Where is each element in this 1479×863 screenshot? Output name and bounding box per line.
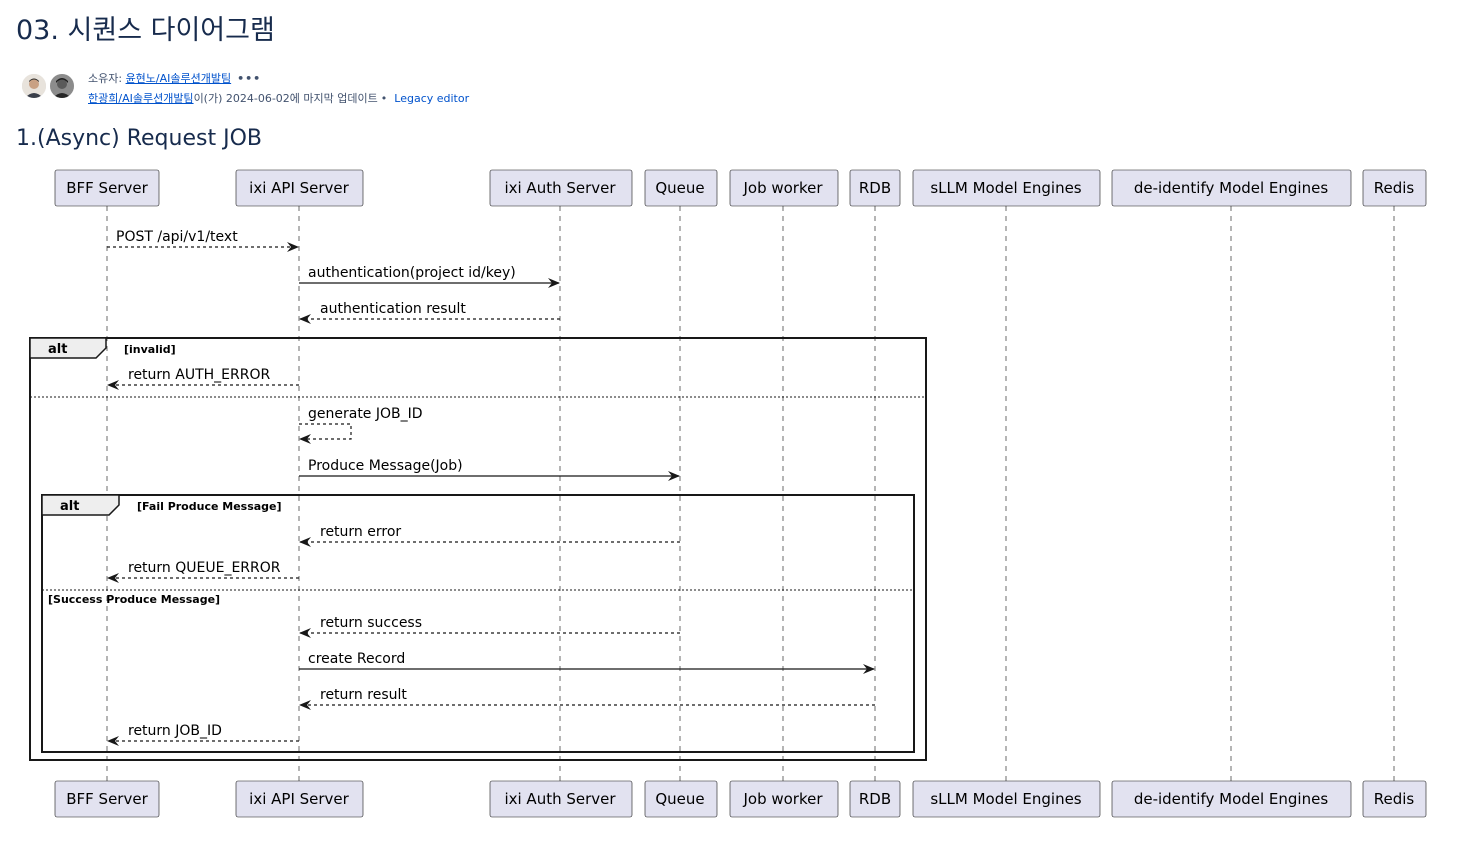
participant-label: RDB [859,790,891,808]
updater-avatar[interactable] [48,72,76,100]
alt-fragment-frame [41,494,915,753]
more-actions-button[interactable]: ••• [237,72,261,85]
participant-label: BFF Server [66,790,148,808]
message-label: create Record [308,651,405,667]
section-heading: 1.(Async) Request JOB [16,126,262,151]
owner-avatar[interactable] [20,72,48,100]
message-arrow [299,423,352,444]
message-label: Produce Message(Job) [308,458,463,474]
participant-label: BFF Server [66,179,148,197]
message-label: authentication(project id/key) [308,265,516,281]
participant-label: Redis [1374,790,1415,808]
owner-prefix: 소유자: [88,72,126,85]
fragment-else-guard: [Success Produce Message] [48,593,220,606]
page-title: 03. 시퀀스 다이어그램 [16,15,275,46]
fragment-operator: alt [60,499,79,514]
participant-label: ixi Auth Server [504,179,616,197]
fragment-tag-box [29,337,107,359]
message-label: return JOB_ID [128,723,222,739]
message-label: authentication result [320,301,466,317]
alt-fragment-frame [29,337,927,761]
participant-label: RDB [859,179,891,197]
participant-label: ixi API Server [249,790,350,808]
message-label: return error [320,524,401,540]
participant-label: ixi API Server [249,179,350,197]
separator-dot: • [380,92,388,105]
participant-label: sLLM Model Engines [930,179,1081,197]
participant-label: de-identify Model Engines [1134,790,1329,808]
sequence-diagram: alt [invalid] alt [Fail Produce Message] [Su… [29,169,1427,818]
participant-label: Job worker [742,179,823,197]
participant-label: Job worker [742,790,823,808]
message-label: POST /api/v1/text [116,229,238,245]
participant-label: Queue [655,790,704,808]
legacy-editor-link[interactable]: Legacy editor [394,92,469,105]
fragment-tag-box [41,494,120,516]
participant-label: de-identify Model Engines [1134,179,1329,197]
message-label: return AUTH_ERROR [128,367,270,383]
message-label: return result [320,687,407,703]
participant-label: sLLM Model Engines [930,790,1081,808]
message-label: generate JOB_ID [308,406,423,422]
updater-link[interactable]: 한광희/AI솔루션개발팀 [88,92,194,105]
fragment-guard: [Fail Produce Message] [137,500,282,513]
message-label: return success [320,615,422,631]
fragment-guard: [invalid] [124,343,176,356]
owner-line: 소유자: 윤현노/AI솔루션개발팀 ••• [88,70,261,86]
update-line: 한광희/AI솔루션개발팀이(가) 2024-06-02에 마지막 업데이트 • Le… [88,90,469,106]
update-text: 이(가) 2024-06-02에 마지막 업데이트 [193,92,378,105]
participant-label: Queue [655,179,704,197]
owner-link[interactable]: 윤현노/AI솔루션개발팀 [126,72,232,85]
participant-label: Redis [1374,179,1415,197]
fragment-operator: alt [48,342,67,357]
participant-label: ixi Auth Server [504,790,616,808]
message-label: return QUEUE_ERROR [128,560,281,576]
